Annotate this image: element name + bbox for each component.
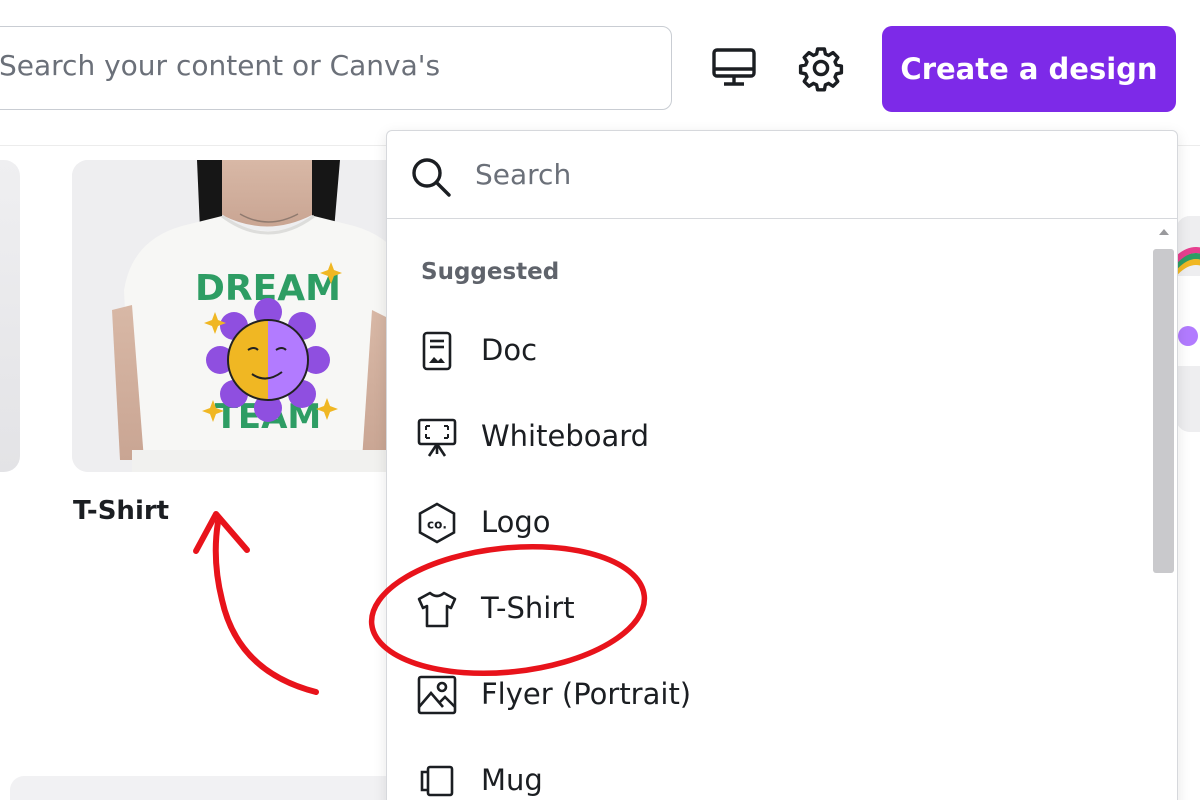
dropdown-search-placeholder: Search: [475, 158, 572, 191]
menu-item-flyer-portrait[interactable]: Flyer (Portrait): [387, 659, 1147, 729]
create-design-dropdown: Search Suggested Doc Whiteboard co. Logo…: [386, 130, 1178, 800]
menu-item-label: Mug: [481, 763, 543, 797]
menu-item-mug[interactable]: Mug: [387, 745, 1147, 800]
logo-co-icon: co.: [418, 502, 456, 544]
menu-item-label: Whiteboard: [481, 419, 650, 453]
canva-home: Search your content or Canva's Create a …: [0, 0, 1200, 800]
search-icon: [412, 158, 451, 197]
menu-item-whiteboard[interactable]: Whiteboard: [387, 401, 1147, 471]
create-design-button[interactable]: Create a design: [882, 26, 1176, 112]
annotation-arrow: [212, 519, 319, 695]
menu-item-doc[interactable]: Doc: [387, 315, 1147, 385]
image-icon: [417, 675, 457, 715]
tshirt-template-card[interactable]: DREAM TEAM: [72, 160, 412, 472]
dropdown-search-input[interactable]: Search: [387, 131, 1177, 219]
tshirt-card-title[interactable]: T-Shirt: [73, 496, 169, 526]
menu-item-label: Flyer (Portrait): [481, 677, 692, 711]
mug-thumbnail: [1176, 216, 1200, 432]
doc-icon: [422, 331, 452, 371]
menu-item-logo[interactable]: co. Logo: [387, 487, 1147, 557]
search-placeholder: Search your content or Canva's: [0, 49, 441, 82]
section-background: [10, 776, 410, 800]
svg-text:co.: co.: [427, 518, 447, 532]
template-card-partial[interactable]: [0, 160, 20, 472]
desktop-monitor-icon[interactable]: [706, 40, 762, 96]
menu-item-label: T-Shirt: [481, 591, 575, 625]
whiteboard-icon: [417, 418, 457, 457]
mug-icon: [420, 765, 454, 797]
scroll-up-arrow-icon[interactable]: [1157, 227, 1171, 237]
tshirt-icon: [417, 591, 457, 628]
top-header: Search your content or Canva's Create a …: [0, 0, 1200, 146]
menu-item-label: Logo: [481, 505, 551, 539]
tshirt-photo: DREAM TEAM: [72, 160, 412, 472]
menu-item-label: Doc: [481, 333, 538, 367]
search-input[interactable]: Search your content or Canva's: [0, 26, 672, 110]
gear-icon[interactable]: [793, 40, 849, 96]
scrollbar-thumb[interactable]: [1153, 249, 1174, 573]
annotation-arrowhead: [193, 511, 250, 554]
menu-item-tshirt[interactable]: T-Shirt: [387, 573, 1147, 643]
suggested-heading: Suggested: [421, 259, 560, 285]
mug-template-card-partial[interactable]: [1176, 216, 1200, 432]
